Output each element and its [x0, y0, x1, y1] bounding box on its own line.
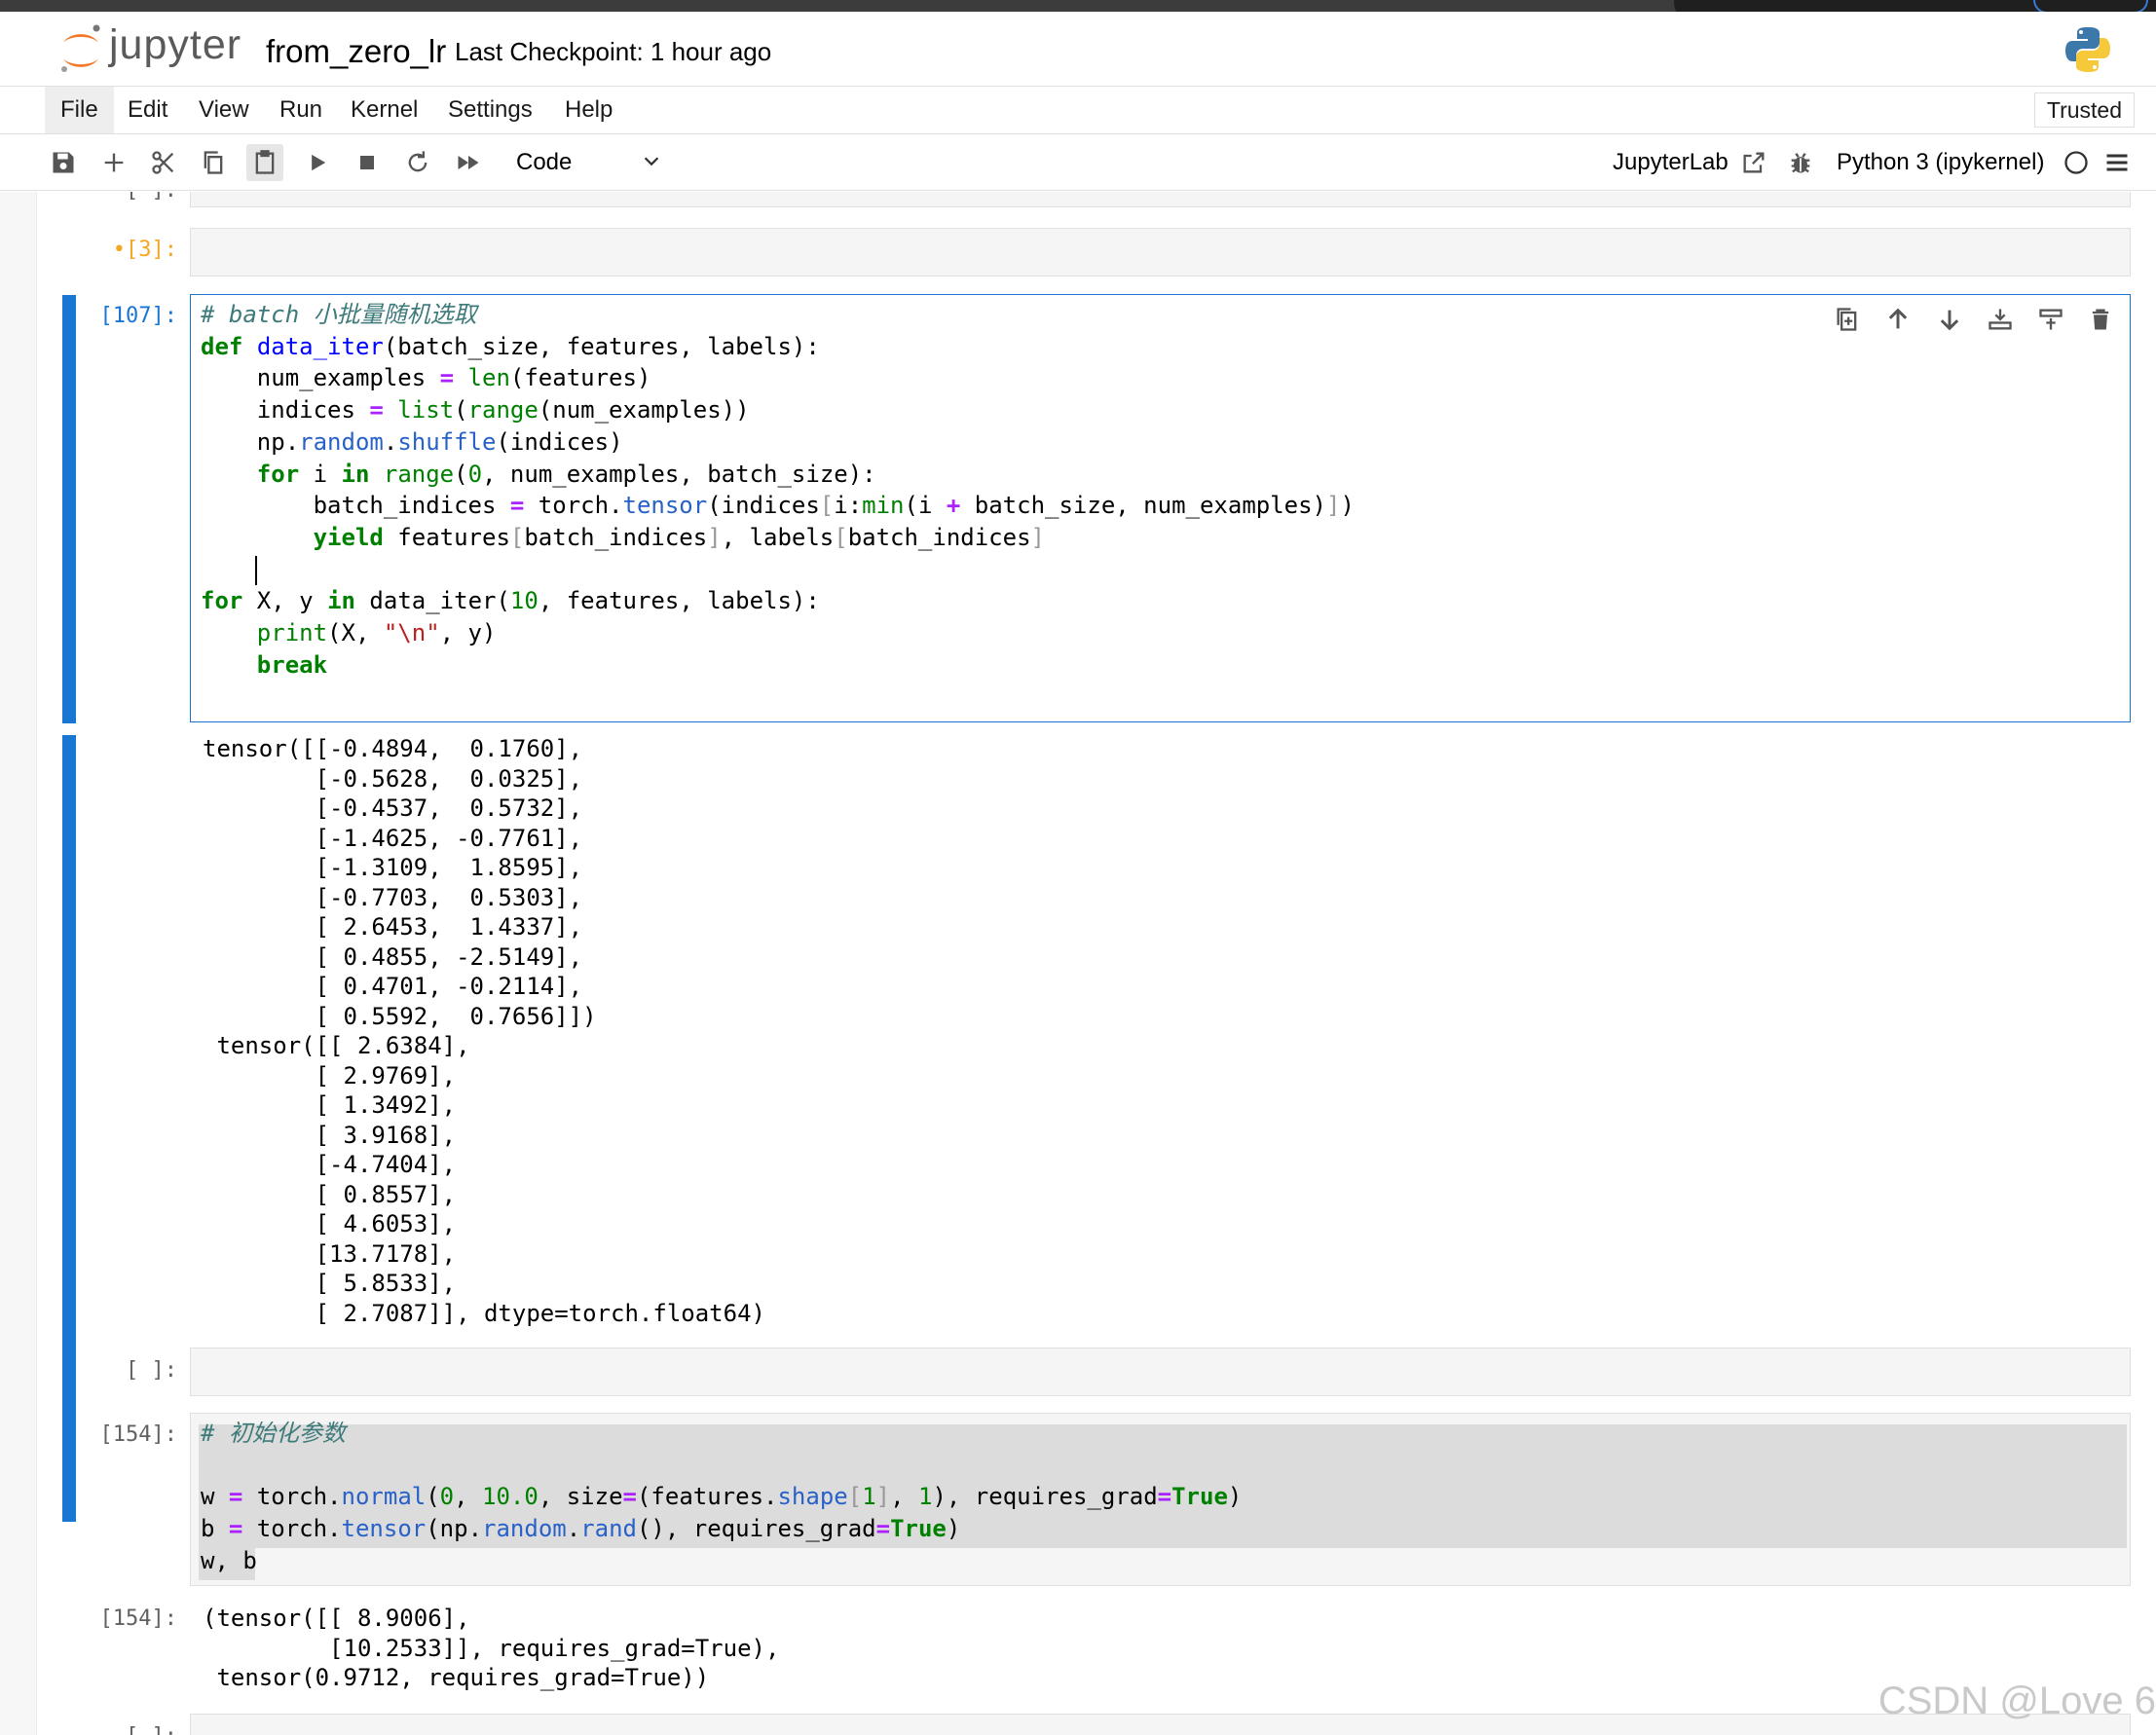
duplicate-cell-icon[interactable]	[1831, 303, 1864, 336]
add-cell-icon[interactable]	[99, 148, 129, 177]
text-cursor	[255, 556, 257, 585]
cell-input-empty[interactable]	[190, 192, 2131, 207]
cell-collapser-input[interactable]	[62, 295, 76, 723]
external-link-icon[interactable]	[1739, 148, 1768, 177]
jupyter-logo-text: jupyter	[109, 21, 242, 68]
insert-above-icon[interactable]	[1984, 303, 2017, 336]
kernel-name[interactable]: Python 3 (ipykernel)	[1837, 148, 2044, 177]
cut-icon[interactable]	[149, 148, 178, 177]
code-editor-content[interactable]: # batch 小批量随机选取 def data_iter(batch_size…	[201, 299, 1355, 681]
cell-prompt: •[3]:	[112, 238, 177, 262]
insert-below-icon[interactable]	[2034, 303, 2067, 336]
last-checkpoint: Last Checkpoint: 1 hour ago	[455, 37, 772, 66]
copy-icon[interactable]	[199, 148, 228, 177]
cell-input-empty[interactable]	[190, 228, 2131, 277]
cell-input-empty[interactable]	[190, 1347, 2131, 1396]
menu-file[interactable]: File	[45, 87, 114, 133]
paste-icon[interactable]	[246, 144, 283, 181]
move-up-icon[interactable]	[1881, 303, 1914, 336]
menu-help[interactable]: Help	[549, 87, 628, 133]
trusted-badge[interactable]: Trusted	[2033, 92, 2135, 128]
stop-icon[interactable]	[353, 148, 382, 177]
restart-icon[interactable]	[403, 148, 432, 177]
cell-output-prompt: [154]:	[99, 1606, 177, 1631]
menu-kernel[interactable]: Kernel	[335, 87, 433, 133]
cell-prompt: [107]:	[99, 304, 177, 328]
cell-toolbar	[1823, 303, 2135, 338]
notebook-title[interactable]: from_zero_lr	[266, 33, 446, 70]
cell-type-value: Code	[516, 149, 573, 175]
jupyter-logo-icon[interactable]	[58, 21, 103, 76]
cell-type-select[interactable]: Code	[504, 144, 670, 181]
cell-output: (tensor([[ 8.9006], [10.2533]], requires…	[203, 1605, 780, 1691]
jupyterlab-link[interactable]: JupyterLab	[1613, 148, 1729, 177]
menu-run[interactable]: Run	[264, 87, 338, 133]
cell-input-empty[interactable]	[190, 1714, 2131, 1735]
cell-prompt: [ ]:	[126, 1358, 177, 1383]
kernel-status-idle-icon	[2062, 148, 2091, 177]
run-icon[interactable]	[303, 148, 332, 177]
header: jupyter from_zero_lr Last Checkpoint: 1 …	[0, 12, 2156, 86]
cell-output: tensor([[-0.4894, 0.1760], [-0.5628, 0.0…	[203, 735, 765, 1327]
delete-cell-icon[interactable]	[2084, 303, 2117, 336]
menu-edit[interactable]: Edit	[112, 87, 183, 133]
cell-prompt: [ ]:	[60, 1724, 177, 1735]
debugger-bug-icon[interactable]	[1786, 148, 1815, 177]
menu-settings[interactable]: Settings	[432, 87, 548, 133]
save-icon[interactable]	[49, 148, 78, 177]
cell-collapser-output[interactable]	[62, 735, 76, 1522]
code-editor-content[interactable]: # 初始化参数 w = torch.normal(0, 10.0, size=(…	[201, 1418, 1242, 1577]
notebook-toolbar: Code JupyterLab Python 3 (ipykernel)	[0, 134, 2156, 191]
chevron-down-icon	[644, 157, 659, 166]
notebook-panel[interactable]: [ ]: •[3]: [107]: # batch 小批量随机选取 def da…	[0, 192, 2156, 1735]
watermark: CSDN @Love 6	[1877, 1680, 2156, 1722]
cell-prompt: [ ]:	[60, 192, 177, 203]
menu-view[interactable]: View	[183, 87, 265, 133]
move-down-icon[interactable]	[1933, 303, 1966, 336]
left-gutter	[0, 192, 37, 1735]
cell-prompt: [154]:	[99, 1422, 177, 1447]
hamburger-menu-icon[interactable]	[2102, 148, 2132, 177]
fast-forward-icon[interactable]	[454, 148, 483, 177]
python-logo-icon	[2065, 27, 2110, 72]
menubar: File Edit View Run Kernel Settings Help …	[0, 86, 2156, 134]
